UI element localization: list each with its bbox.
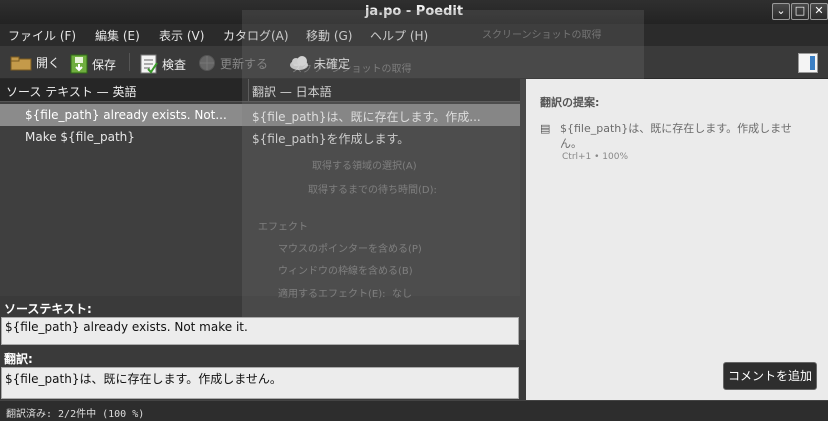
status-text: 翻訳済み: 2/2件中 (100 %)	[6, 409, 145, 420]
menu-help[interactable]: ヘルプ (H)	[370, 27, 428, 44]
menu-catalog[interactable]: カタログ(A)	[223, 27, 289, 44]
suggestion-text: ${file_path}は、既に存在します。作成しません。	[560, 122, 792, 150]
toolbar: 開く 保存 検査 更新する 未確定	[0, 46, 828, 79]
window-title: ja.po - Poedit	[364, 4, 464, 19]
checklist-icon	[140, 54, 158, 74]
folder-icon	[10, 56, 32, 70]
validate-label: 検査	[162, 57, 187, 72]
save-label: 保存	[92, 57, 117, 72]
fuzzy-toggle[interactable]: 未確定	[288, 54, 350, 72]
menu-go[interactable]: 移動 (G)	[306, 27, 352, 44]
menu-view[interactable]: 表示 (V)	[159, 27, 204, 44]
suggestions-title: 翻訳の提案:	[540, 96, 600, 109]
column-header-translation[interactable]: 翻訳 — 日本語	[252, 83, 332, 100]
add-comment-button[interactable]: コメントを追加	[723, 362, 817, 390]
close-button[interactable]: ✕	[810, 3, 828, 20]
sidebar-toggle-icon	[810, 56, 815, 70]
translation-list[interactable]: ソース テキスト — 英語 翻訳 — 日本語 ${file_path} alre…	[0, 79, 520, 296]
row-translation: ${file_path}を作成します。	[252, 132, 410, 146]
column-header-source[interactable]: ソース テキスト — 英語	[6, 83, 136, 100]
translation-text-field[interactable]: ${file_path}は、既に存在します。作成しません。	[1, 367, 519, 399]
menu-file[interactable]: ファイル (F)	[8, 27, 76, 44]
maximize-button[interactable]: □	[791, 3, 809, 20]
list-icon: ▤	[540, 122, 551, 135]
validate-button[interactable]: 検査	[140, 54, 186, 74]
menu-edit[interactable]: 編集 (E)	[95, 27, 140, 44]
source-label: ソーステキスト:	[4, 302, 92, 316]
update-label: 更新する	[220, 56, 269, 71]
save-button[interactable]: 保存	[70, 54, 116, 74]
fuzzy-label: 未確定	[314, 56, 351, 71]
row-translation: ${file_path}は、既に存在します。作成...	[252, 110, 481, 124]
source-text-field: ${file_path} already exists. Not make it…	[1, 317, 519, 345]
minimize-button[interactable]: ⌄	[772, 3, 790, 20]
table-row[interactable]: ${file_path} already exists. Not... ${fi…	[0, 104, 520, 126]
list-header: ソース テキスト — 英語 翻訳 — 日本語	[0, 79, 520, 102]
cloud-icon	[290, 56, 308, 70]
suggestions-panel: 翻訳の提案: ▤ ${file_path}は、既に存在します。作成しません。 C…	[526, 79, 828, 401]
open-button[interactable]: 開く	[10, 54, 60, 71]
suggestion-meta: Ctrl+1 • 100%	[562, 152, 629, 162]
update-button[interactable]: 更新する	[198, 54, 268, 72]
open-label: 開く	[36, 56, 61, 70]
row-source: Make ${file_path}	[25, 130, 135, 144]
sidebar-toggle-button[interactable]	[798, 53, 818, 73]
table-row[interactable]: Make ${file_path} ${file_path}を作成します。	[0, 126, 520, 148]
status-bar: 翻訳済み: 2/2件中 (100 %)	[0, 400, 828, 421]
title-bar: ja.po - Poedit ⌄ □ ✕	[0, 0, 828, 24]
save-icon	[70, 54, 88, 74]
globe-icon	[199, 55, 215, 71]
toolbar-separator	[129, 53, 130, 71]
row-source: ${file_path} already exists. Not...	[25, 108, 227, 122]
translation-label: 翻訳:	[4, 352, 33, 366]
menu-bar: ファイル (F) 編集 (E) 表示 (V) カタログ(A) 移動 (G) ヘル…	[0, 24, 828, 46]
column-divider[interactable]	[248, 79, 249, 101]
suggestion-item[interactable]: ▤ ${file_path}は、既に存在します。作成しません。	[540, 121, 810, 151]
